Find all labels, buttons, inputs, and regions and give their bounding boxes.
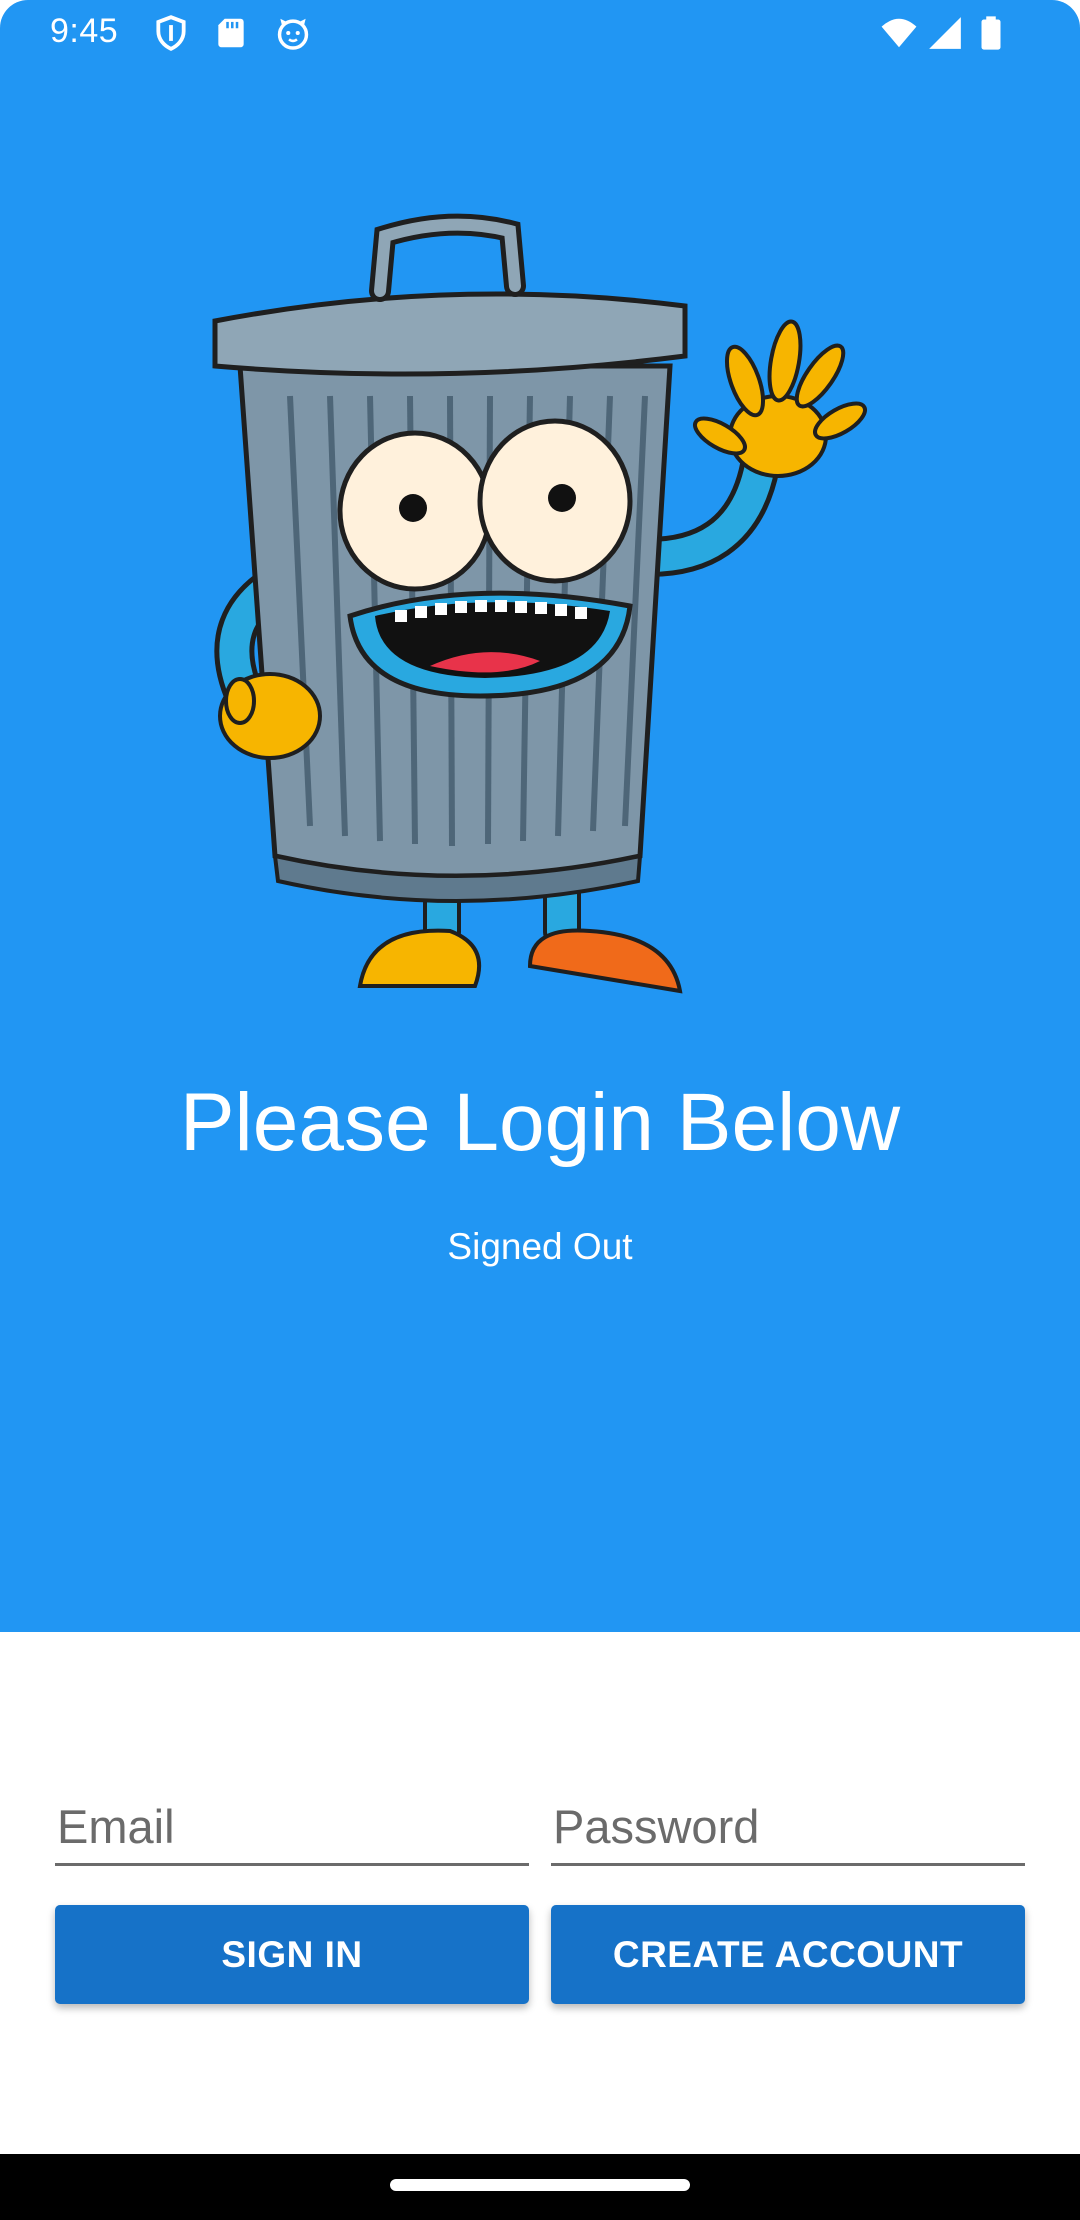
trash-can-mascot-image bbox=[200, 136, 900, 1006]
login-screen: 9:45 Please Login Below Signed Out Email… bbox=[0, 0, 1080, 2220]
status-bar: 9:45 bbox=[0, 0, 1080, 66]
password-field[interactable] bbox=[551, 1790, 1025, 1866]
home-gesture-handle[interactable] bbox=[390, 2179, 690, 2191]
status-time: 9:45 bbox=[50, 12, 119, 50]
sd-card-icon bbox=[212, 14, 250, 52]
create-account-button[interactable]: CREATE ACCOUNT bbox=[551, 1905, 1025, 2004]
cellular-signal-icon bbox=[926, 14, 964, 52]
email-field[interactable] bbox=[55, 1790, 529, 1866]
auth-status-text: Signed Out bbox=[447, 1226, 633, 1267]
battery-icon bbox=[972, 14, 1010, 52]
login-title: Please Login Below bbox=[179, 1077, 901, 1168]
shield-icon bbox=[152, 14, 190, 52]
cat-face-icon bbox=[274, 14, 312, 52]
wifi-icon bbox=[880, 14, 918, 52]
system-navigation-bar bbox=[0, 2154, 1080, 2220]
sign-in-button[interactable]: SIGN IN bbox=[55, 1905, 529, 2004]
hero-panel: Please Login Below Signed Out bbox=[0, 66, 1080, 1632]
